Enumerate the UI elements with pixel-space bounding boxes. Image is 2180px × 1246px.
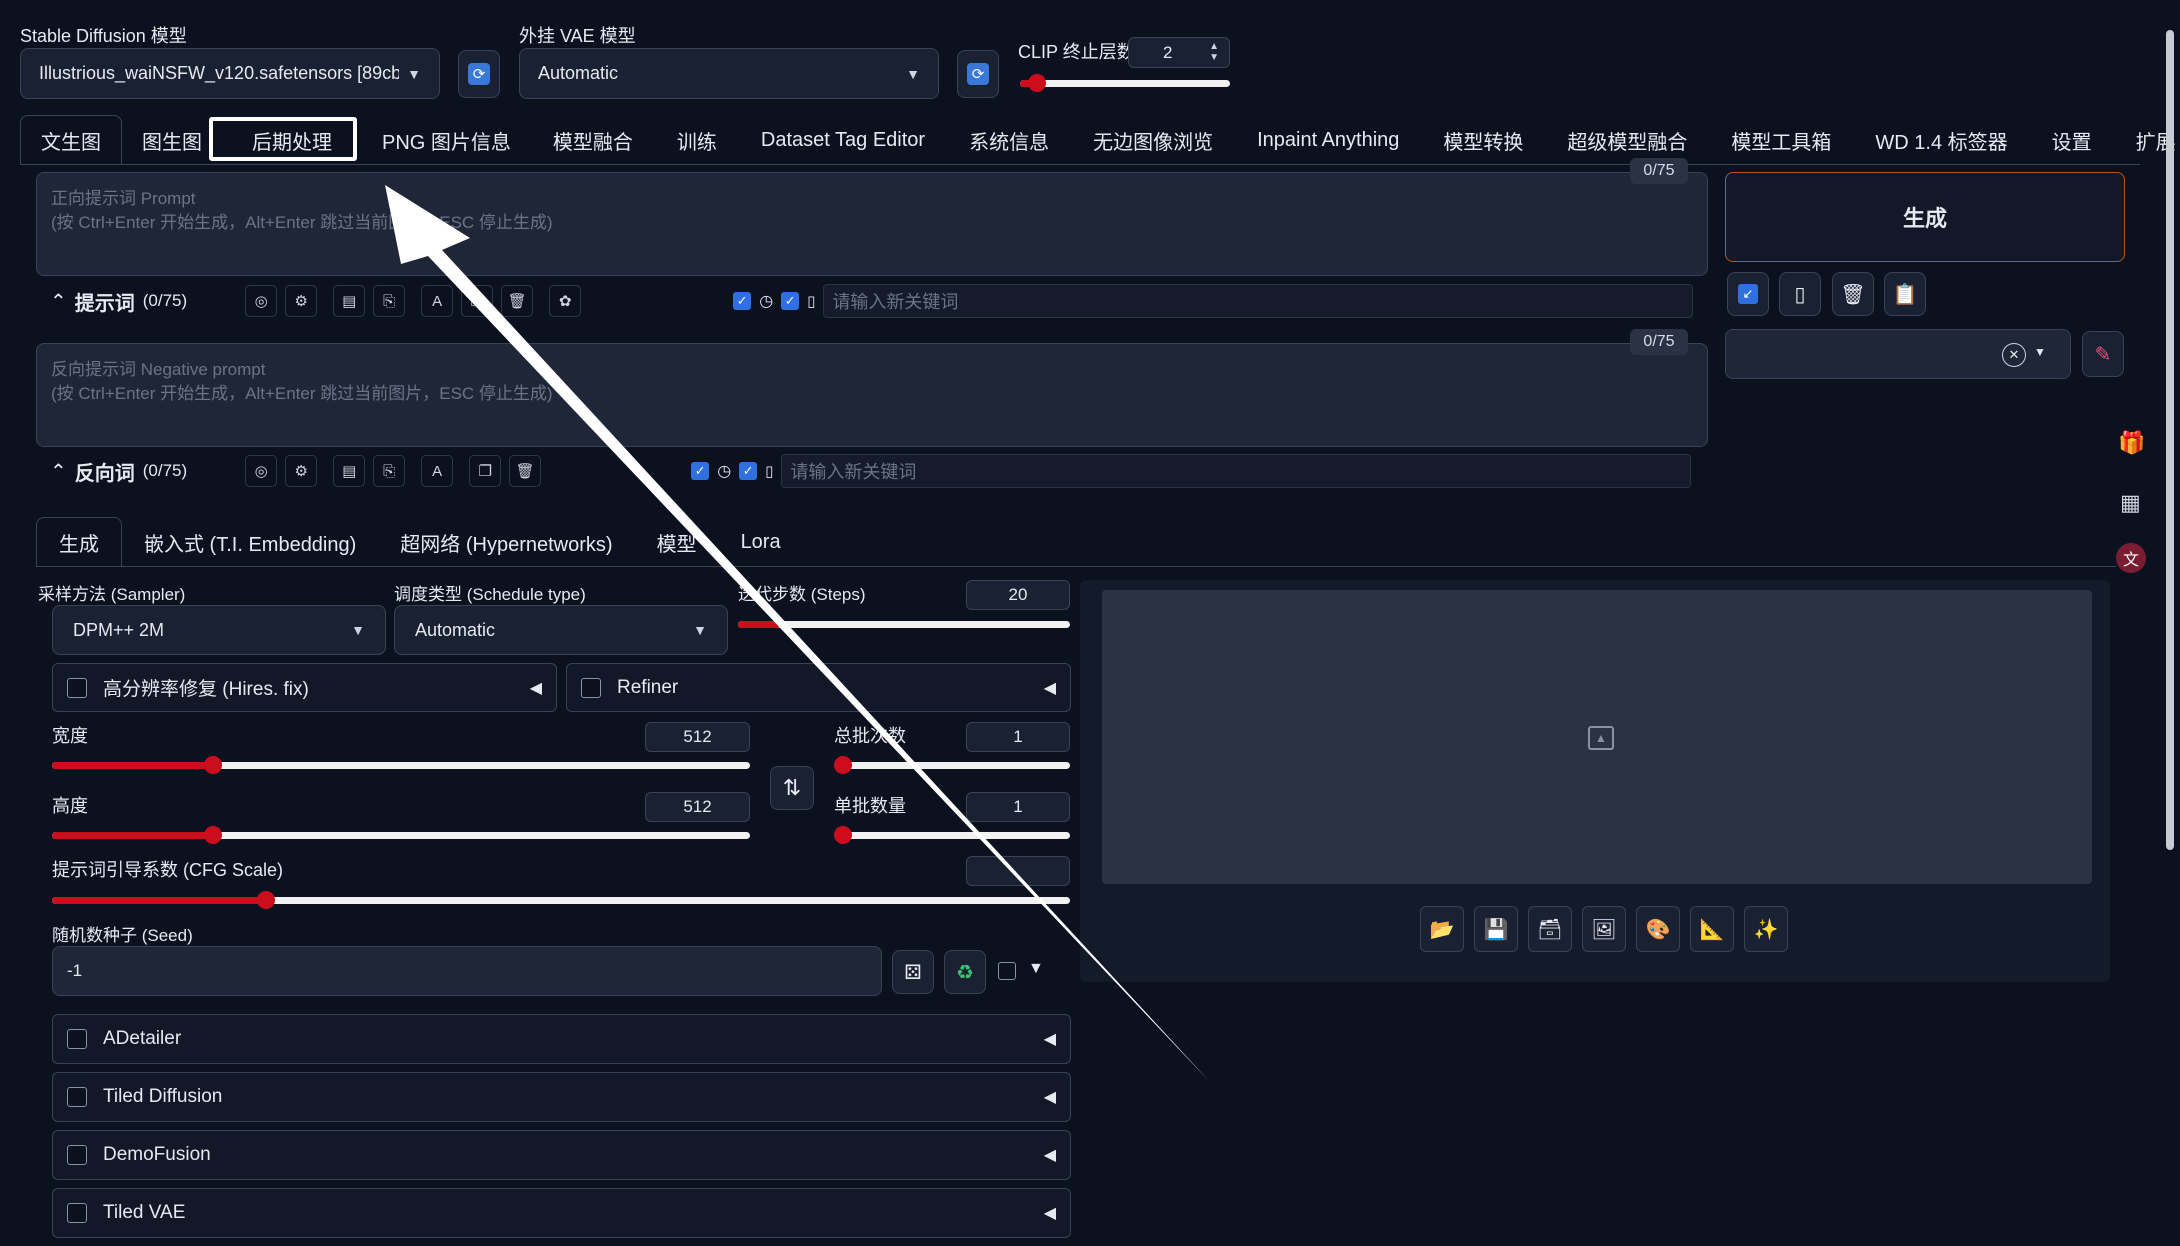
annotation-arrow bbox=[385, 185, 1210, 1082]
vertical-scrollbar[interactable] bbox=[2166, 30, 2174, 850]
